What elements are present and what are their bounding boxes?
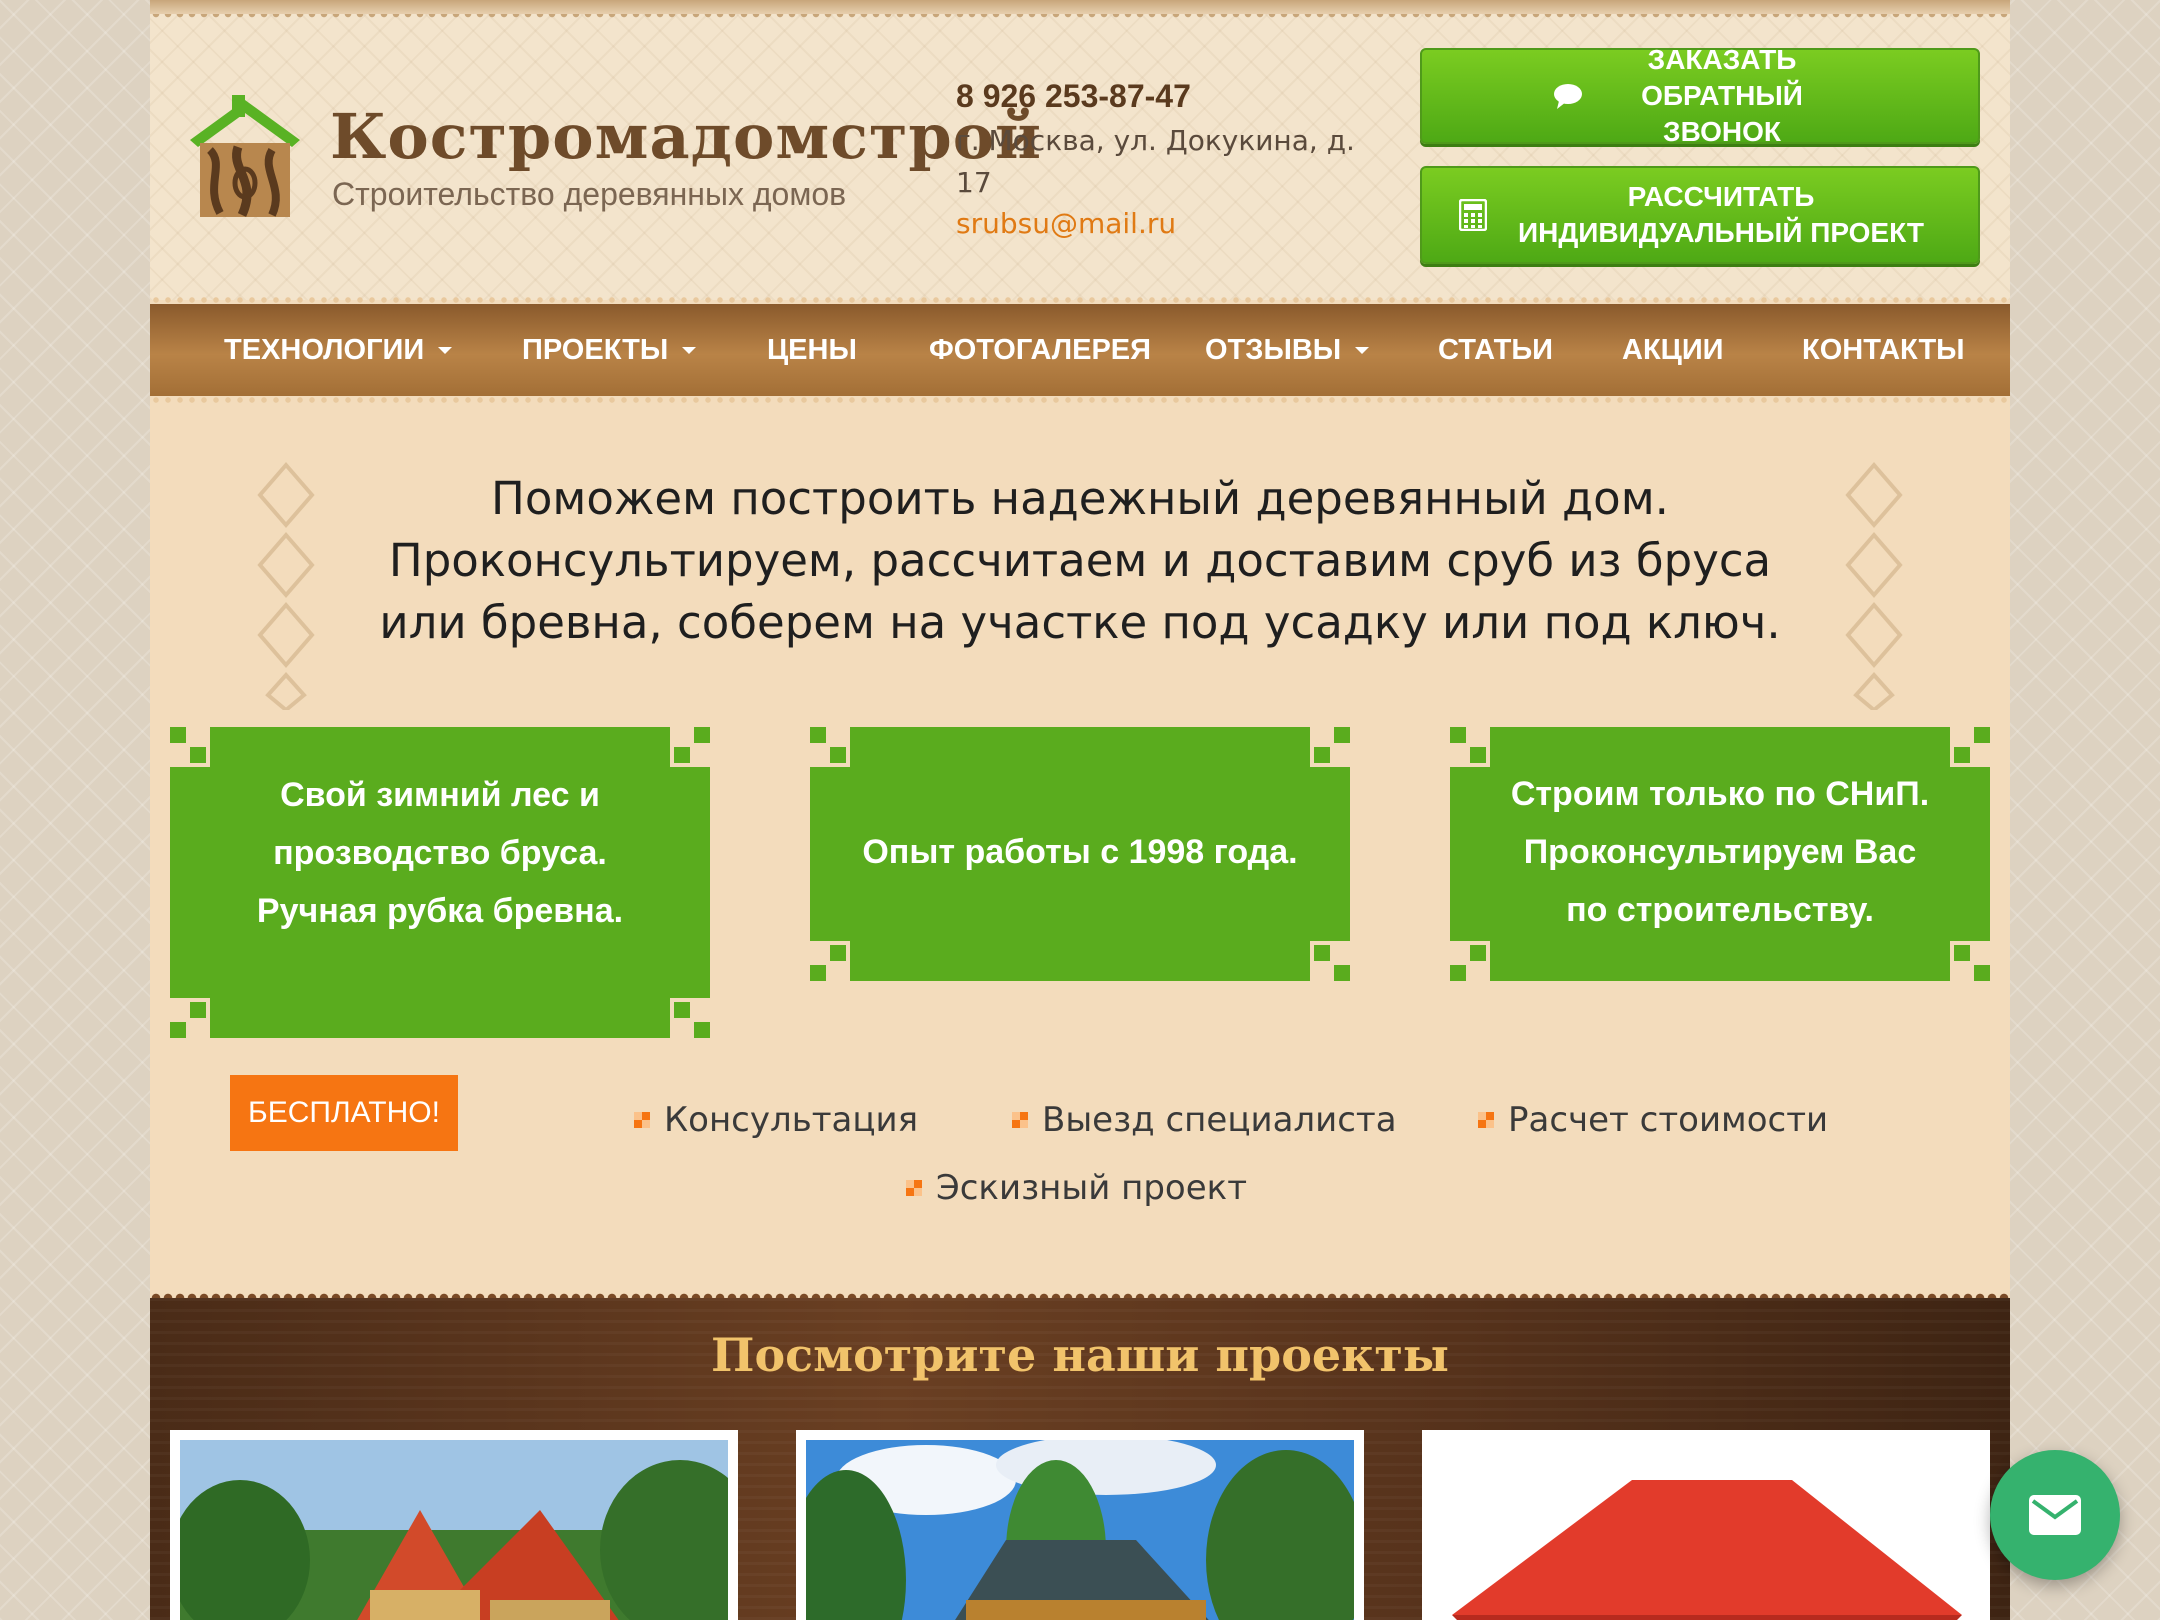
nav-label: ПРОЕКТЫ xyxy=(522,333,669,366)
project-image[interactable] xyxy=(806,1440,1354,1620)
service-label: Выезд специалиста xyxy=(1042,1100,1397,1140)
free-badge: БЕСПЛАТНО! xyxy=(230,1075,458,1151)
nav-item-gallery[interactable]: ФОТОГАЛЕРЕЯ xyxy=(929,304,1151,396)
service-label: Эскизный проект xyxy=(936,1168,1247,1208)
service-item-cost: Расчет стоимости xyxy=(1478,1100,1828,1140)
nav-label: СТАТЬИ xyxy=(1438,333,1554,366)
nav-item-prices[interactable]: ЦЕНЫ xyxy=(767,304,857,396)
main-nav: ТЕХНОЛОГИИ ПРОЕКТЫ ЦЕНЫ ФОТОГАЛЕРЕЯ ОТЗЫ… xyxy=(150,296,2010,404)
nav-item-projects[interactable]: ПРОЕКТЫ xyxy=(522,304,697,396)
service-label: Консультация xyxy=(664,1100,919,1140)
mail-icon xyxy=(2029,1495,2081,1535)
feature-box-experience: Опыт работы с 1998 года. xyxy=(810,727,1350,981)
nav-label: АКЦИИ xyxy=(1622,333,1724,366)
intro-line-1: Поможем построить надежный деревянный до… xyxy=(491,472,1669,525)
nav-item-promotions[interactable]: АКЦИИ xyxy=(1622,304,1724,396)
nav-label: ЦЕНЫ xyxy=(767,333,857,366)
projects-section: Посмотрите наши проекты xyxy=(150,1290,2010,1620)
nav-item-technologies[interactable]: ТЕХНОЛОГИИ xyxy=(224,304,453,396)
service-item-consultation: Консультация xyxy=(634,1100,918,1140)
mail-contact-button[interactable] xyxy=(1990,1450,2120,1580)
feature-text: прозводство бруса. xyxy=(273,833,607,872)
feature-text: по строительству. xyxy=(1566,891,1874,929)
nav-item-articles[interactable]: СТАТЬИ xyxy=(1438,304,1553,396)
logo-subtitle: Строительство деревянных домов xyxy=(332,176,847,212)
callback-button-label: ЗАКАЗАТЬ ОБРАТНЫЙ ЗВОНОК xyxy=(1641,44,1803,147)
header-border xyxy=(150,0,2010,20)
calculate-project-label: РАССЧИТАТЬ ИНДИВИДУАЛЬНЫЙ ПРОЕКТ xyxy=(1517,181,1924,248)
chevron-down-icon xyxy=(682,346,697,354)
chevron-down-icon xyxy=(1355,346,1370,354)
email-link[interactable]: srubsu@mail.ru xyxy=(956,204,1376,244)
intro-text: Поможем построить надежный деревянный до… xyxy=(150,468,2010,654)
feature-text: Ручная рубка бревна. xyxy=(256,891,624,930)
logo-title[interactable]: Костромадомстрой xyxy=(330,100,1042,173)
calculate-project-button[interactable]: РАССЧИТАТЬ ИНДИВИДУАЛЬНЫЙ ПРОЕКТ xyxy=(1420,166,1980,264)
projects-title: Посмотрите наши проекты xyxy=(711,1328,1449,1382)
project-card[interactable] xyxy=(796,1430,1364,1620)
feature-text: Свой зимний лес и xyxy=(280,775,600,814)
project-image[interactable] xyxy=(1432,1440,1980,1620)
nav-label: КОНТАКТЫ xyxy=(1802,333,1965,366)
project-image[interactable] xyxy=(180,1440,728,1620)
service-label: Расчет стоимости xyxy=(1508,1100,1829,1140)
bullet-icon xyxy=(906,1180,922,1196)
site-header: Костромадомстрой Строительство деревянны… xyxy=(150,0,2010,300)
project-card[interactable] xyxy=(1422,1430,1990,1620)
service-item-sketch: Эскизный проект xyxy=(906,1168,1247,1208)
feature-box-forest: Свой зимний лес и прозводство бруса. Руч… xyxy=(170,727,710,1038)
address-text: г. Москва, ул. Докукина, д. 17 xyxy=(956,124,1355,199)
contacts-block: 8 926 253-87-47 г. Москва, ул. Докукина,… xyxy=(956,72,1376,244)
feature-text: Проконсультируем Вас xyxy=(1523,833,1917,871)
nav-label: ФОТОГАЛЕРЕЯ xyxy=(929,333,1151,366)
feature-box-snip: Строим только по СНиП. Проконсультируем … xyxy=(1450,727,1990,981)
bullet-icon xyxy=(634,1112,650,1128)
nav-item-contacts[interactable]: КОНТАКТЫ xyxy=(1802,304,1965,396)
project-card[interactable] xyxy=(170,1430,738,1620)
callback-button[interactable]: ЗАКАЗАТЬ ОБРАТНЫЙ ЗВОНОК xyxy=(1420,44,1980,147)
intro-line-3: или бревна, соберем на участке под усадк… xyxy=(379,596,1781,649)
feature-text: Строим только по СНиП. xyxy=(1510,775,1930,813)
nav-item-reviews[interactable]: ОТЗЫВЫ xyxy=(1205,304,1370,396)
feature-text: Опыт работы с 1998 года. xyxy=(862,833,1298,871)
logo-emblem-icon[interactable] xyxy=(180,95,310,220)
nav-label: ОТЗЫВЫ xyxy=(1205,333,1342,366)
phone-number[interactable]: 8 926 253-87-47 xyxy=(956,72,1376,120)
bullet-icon xyxy=(1478,1112,1494,1128)
intro-line-2: Проконсультируем, рассчитаем и доставим … xyxy=(388,534,1772,587)
chat-bubble-icon xyxy=(1554,84,1582,109)
chevron-down-icon xyxy=(438,346,453,354)
calculator-icon xyxy=(1459,199,1487,231)
bullet-icon xyxy=(1012,1112,1028,1128)
service-item-visit: Выезд специалиста xyxy=(1012,1100,1397,1140)
nav-label: ТЕХНОЛОГИИ xyxy=(224,333,425,366)
page: Костромадомстрой Строительство деревянны… xyxy=(150,0,2010,1620)
